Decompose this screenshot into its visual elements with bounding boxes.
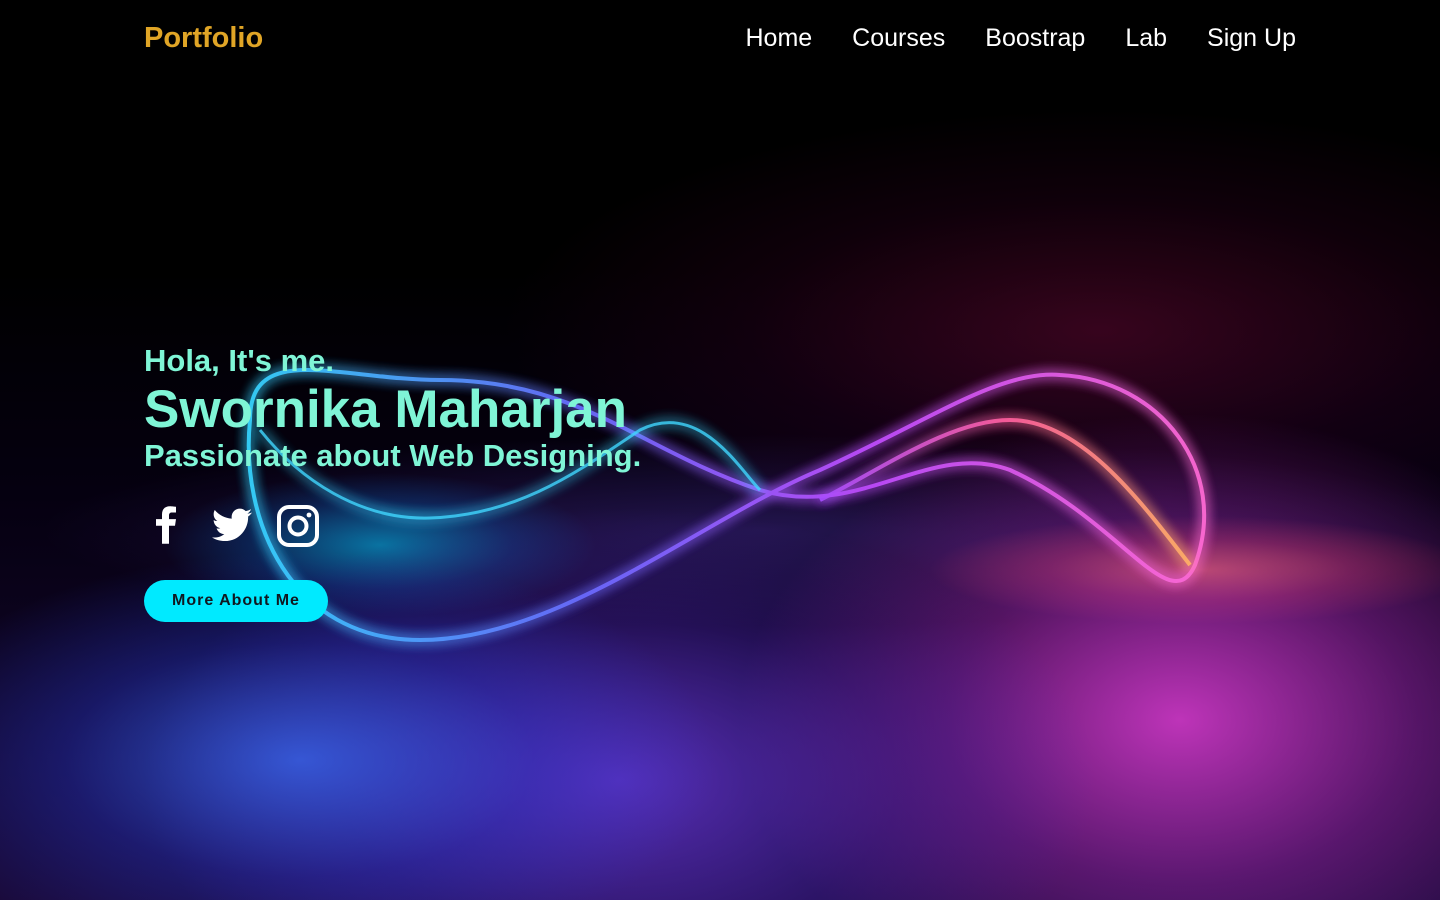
- nav-links: Home Courses Boostrap Lab Sign Up: [745, 24, 1296, 53]
- brand-logo[interactable]: Portfolio: [144, 22, 263, 55]
- page: Portfolio Home Courses Boostrap Lab Sign…: [0, 0, 1440, 900]
- facebook-icon: [156, 506, 176, 544]
- twitter-link[interactable]: [210, 504, 254, 548]
- instagram-link[interactable]: [276, 504, 320, 548]
- more-about-me-button[interactable]: More About Me: [144, 580, 328, 622]
- social-links: [144, 504, 641, 548]
- hero-tagline: Passionate about Web Designing.: [144, 438, 642, 473]
- top-navbar: Portfolio Home Courses Boostrap Lab Sign…: [144, 16, 1296, 60]
- facebook-link[interactable]: [144, 504, 188, 548]
- nav-link-home[interactable]: Home: [745, 24, 812, 53]
- nav-link-sign-up[interactable]: Sign Up: [1207, 24, 1296, 53]
- twitter-icon: [212, 508, 253, 542]
- nav-link-courses[interactable]: Courses: [852, 24, 945, 53]
- instagram-icon: [277, 505, 319, 547]
- hero-greeting: Hola, It's me.: [144, 343, 334, 378]
- nav-link-lab[interactable]: Lab: [1125, 24, 1167, 53]
- nav-link-boostrap[interactable]: Boostrap: [985, 24, 1085, 53]
- hero-name: Swornika Maharjan: [144, 380, 628, 439]
- hero-section: Hola, It's me. Swornika Maharjan Passion…: [144, 340, 641, 622]
